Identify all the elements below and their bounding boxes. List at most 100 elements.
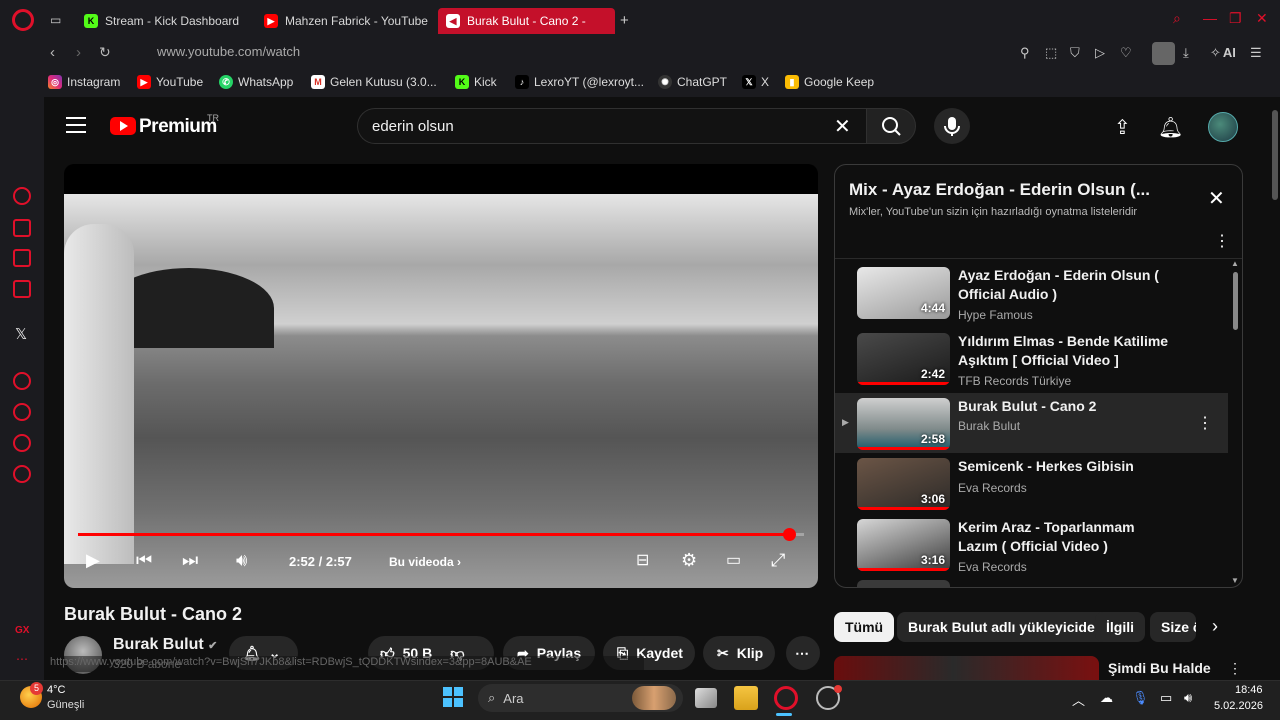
theater-mode-icon[interactable]: ▭ — [726, 550, 741, 570]
pin-icon[interactable]: ⚲ — [1020, 45, 1030, 61]
profile-avatar[interactable] — [1152, 42, 1175, 65]
recommended-title[interactable]: Şimdi Bu Halde — [1108, 660, 1211, 676]
player-icon[interactable]: ▷ — [1095, 45, 1105, 61]
volume-icon[interactable]: 🔊︎ — [236, 550, 247, 571]
weather-condition[interactable]: Güneşli — [47, 699, 84, 711]
workspace-icon[interactable] — [13, 249, 31, 267]
bookmark-gmail[interactable]: M Gelen Kutusu (3.0... — [311, 75, 437, 89]
bookmark-whatsapp[interactable]: ✆ WhatsApp — [219, 75, 293, 89]
tab-kick-dashboard[interactable]: K Stream - Kick Dashboard — [76, 8, 254, 34]
volume-tray-icon[interactable]: 🔊︎ — [1184, 690, 1192, 706]
new-tab-icon[interactable]: + — [620, 12, 629, 29]
bookmark-x[interactable]: 𝕏X — [742, 75, 769, 89]
file-explorer-icon[interactable] — [734, 686, 758, 710]
scroll-down-icon[interactable]: ▼ — [1231, 576, 1239, 585]
bookmark-google-keep[interactable]: ▮ Google Keep — [785, 75, 874, 89]
item-more-icon[interactable]: ⋮ — [1197, 413, 1213, 433]
minimize-icon[interactable]: — — [1203, 10, 1217, 26]
subtitles-icon[interactable]: ⊟ — [636, 550, 649, 570]
maximize-icon[interactable]: ❐ — [1229, 10, 1242, 27]
bookmark-kick[interactable]: K Kick — [455, 75, 497, 89]
playlist-item[interactable]: 4:44 Ayaz Erdoğan - Ederin Olsun ( Offic… — [835, 262, 1228, 324]
microphone-tray-icon[interactable]: 🎙︎ — [1132, 690, 1149, 706]
voice-search-button[interactable] — [934, 108, 970, 144]
forward-icon[interactable]: › — [76, 44, 81, 61]
settings-icon[interactable] — [13, 465, 31, 483]
chip-all[interactable]: Tümü — [834, 612, 895, 642]
next-icon[interactable]: ⏭ — [182, 550, 198, 571]
page-scrollbar-thumb[interactable] — [1272, 110, 1278, 200]
onedrive-icon[interactable]: ☁ — [1100, 690, 1113, 706]
fullscreen-icon[interactable]: ⤢ — [771, 550, 785, 571]
scroll-up-icon[interactable]: ▲ — [1231, 259, 1239, 268]
sidebar-more-icon[interactable]: ⋯ — [16, 652, 28, 666]
snapshot-icon[interactable]: ⬚ — [1045, 45, 1057, 61]
account-avatar[interactable] — [1208, 112, 1238, 142]
tab-burak-bulut-cano[interactable]: ◀ Burak Bulut - Cano 2 - — [438, 8, 615, 34]
chapter-button[interactable]: Bu videoda › — [389, 555, 461, 569]
heart-icon[interactable]: ♡ — [1120, 45, 1132, 61]
gx-label[interactable]: GX — [15, 625, 29, 636]
url-field[interactable]: www.youtube.com/watch — [157, 44, 300, 59]
weather-temperature[interactable]: 4°C — [47, 684, 65, 696]
video-player[interactable]: ▶ ⏮ ⏭ 🔊︎ 2:52 / 2:57 Bu videoda › ⊟ ⚙ ▭ … — [64, 164, 818, 588]
music-player-icon[interactable] — [13, 372, 31, 390]
opera-gx-taskbar-icon[interactable] — [774, 686, 798, 710]
playlist-item-current[interactable]: ▶ 2:58 Burak Bulut - Cano 2 Burak Bulut … — [835, 393, 1228, 453]
tray-expand-icon[interactable]: ︿ — [1072, 690, 1085, 709]
chip-from-uploader[interactable]: Burak Bulut adlı yükleyiciden — [897, 612, 1115, 642]
chips-next-icon[interactable]: › — [1212, 616, 1218, 637]
clock-time[interactable]: 18:46 — [1235, 684, 1263, 696]
tab-mahzen-fabrick[interactable]: ▶ Mahzen Fabrick - YouTube — [256, 8, 436, 34]
recommended-thumbnail[interactable] — [834, 656, 1099, 680]
download-icon[interactable]: ⤓ — [1183, 45, 1189, 61]
search-tabs-icon[interactable]: ⌕ — [1173, 10, 1181, 27]
bookmark-tiktok[interactable]: ♪ LexroYT (@lexroyt... — [515, 75, 644, 89]
tab-manager-icon[interactable]: ▭ — [50, 13, 61, 27]
reload-icon[interactable]: ↻ — [99, 44, 111, 61]
speed-dial-icon[interactable] — [13, 187, 31, 205]
channel-name[interactable]: Burak Bulut ✔ — [113, 636, 217, 654]
extensions-icon[interactable] — [13, 434, 31, 452]
settings-gear-icon[interactable]: ⚙ — [681, 550, 697, 571]
mail-icon[interactable] — [13, 280, 31, 298]
brand-premium[interactable]: Premium — [139, 116, 217, 138]
back-icon[interactable]: ‹ — [50, 44, 55, 61]
more-actions-button[interactable]: ⋯ — [786, 636, 820, 670]
playlist-more-icon[interactable]: ⋮ — [1214, 231, 1230, 251]
close-window-icon[interactable]: ✕ — [1256, 10, 1268, 27]
bookmark-youtube[interactable]: ▶ YouTube — [137, 75, 203, 89]
task-view-icon[interactable] — [695, 688, 717, 708]
clear-search-icon[interactable]: ✕ — [834, 114, 851, 139]
playlist-item[interactable]: 2:42 Yıldırım Elmas - Bende Katilime Aşı… — [835, 328, 1228, 390]
history-icon[interactable] — [13, 403, 31, 421]
network-icon[interactable]: ▭ — [1160, 690, 1172, 706]
chip-for-you[interactable]: Size ö — [1150, 612, 1196, 642]
bookmark-chatgpt[interactable]: ✺ ChatGPT — [658, 75, 727, 89]
menu-icon[interactable] — [66, 117, 86, 138]
bookmark-instagram[interactable]: ◎ Instagram — [48, 75, 120, 89]
easy-setup-icon[interactable]: ☰ — [1250, 45, 1262, 61]
upload-icon[interactable]: ⇪ — [1114, 115, 1131, 140]
clock-date[interactable]: 5.02.2026 — [1214, 700, 1263, 712]
aria-ai-button[interactable]: ✧ AI — [1210, 45, 1236, 61]
previous-icon[interactable]: ⏮ — [136, 550, 152, 571]
chip-related[interactable]: İlgili — [1095, 612, 1145, 642]
playlist-title[interactable]: Mix - Ayaz Erdoğan - Ederin Olsun (... — [849, 180, 1179, 200]
opera-menu-icon[interactable] — [12, 9, 34, 31]
notifications-bell-icon[interactable]: 🔔︎ — [1158, 115, 1183, 140]
playlist-scrollbar[interactable] — [1233, 272, 1238, 330]
clip-button[interactable]: ✂ Klip — [703, 636, 775, 670]
vpn-shield-icon[interactable]: ⛉ — [1070, 45, 1080, 61]
playlist-item[interactable]: 3:16 Kerim Araz - Toparlanmam Lazım ( Of… — [835, 514, 1228, 576]
recommended-more-icon[interactable]: ⋮ — [1228, 660, 1242, 677]
windows-start-icon[interactable] — [443, 687, 463, 707]
search-button[interactable] — [866, 108, 916, 144]
x-sidebar-icon[interactable]: 𝕏 — [15, 325, 27, 343]
youtube-logo-icon[interactable] — [110, 117, 136, 135]
progress-scrubber[interactable] — [783, 528, 796, 541]
search-input[interactable]: ederin olsun — [357, 108, 867, 144]
bag-icon[interactable] — [13, 219, 31, 237]
close-playlist-icon[interactable]: ✕ — [1208, 186, 1225, 211]
play-icon[interactable]: ▶ — [86, 550, 100, 571]
